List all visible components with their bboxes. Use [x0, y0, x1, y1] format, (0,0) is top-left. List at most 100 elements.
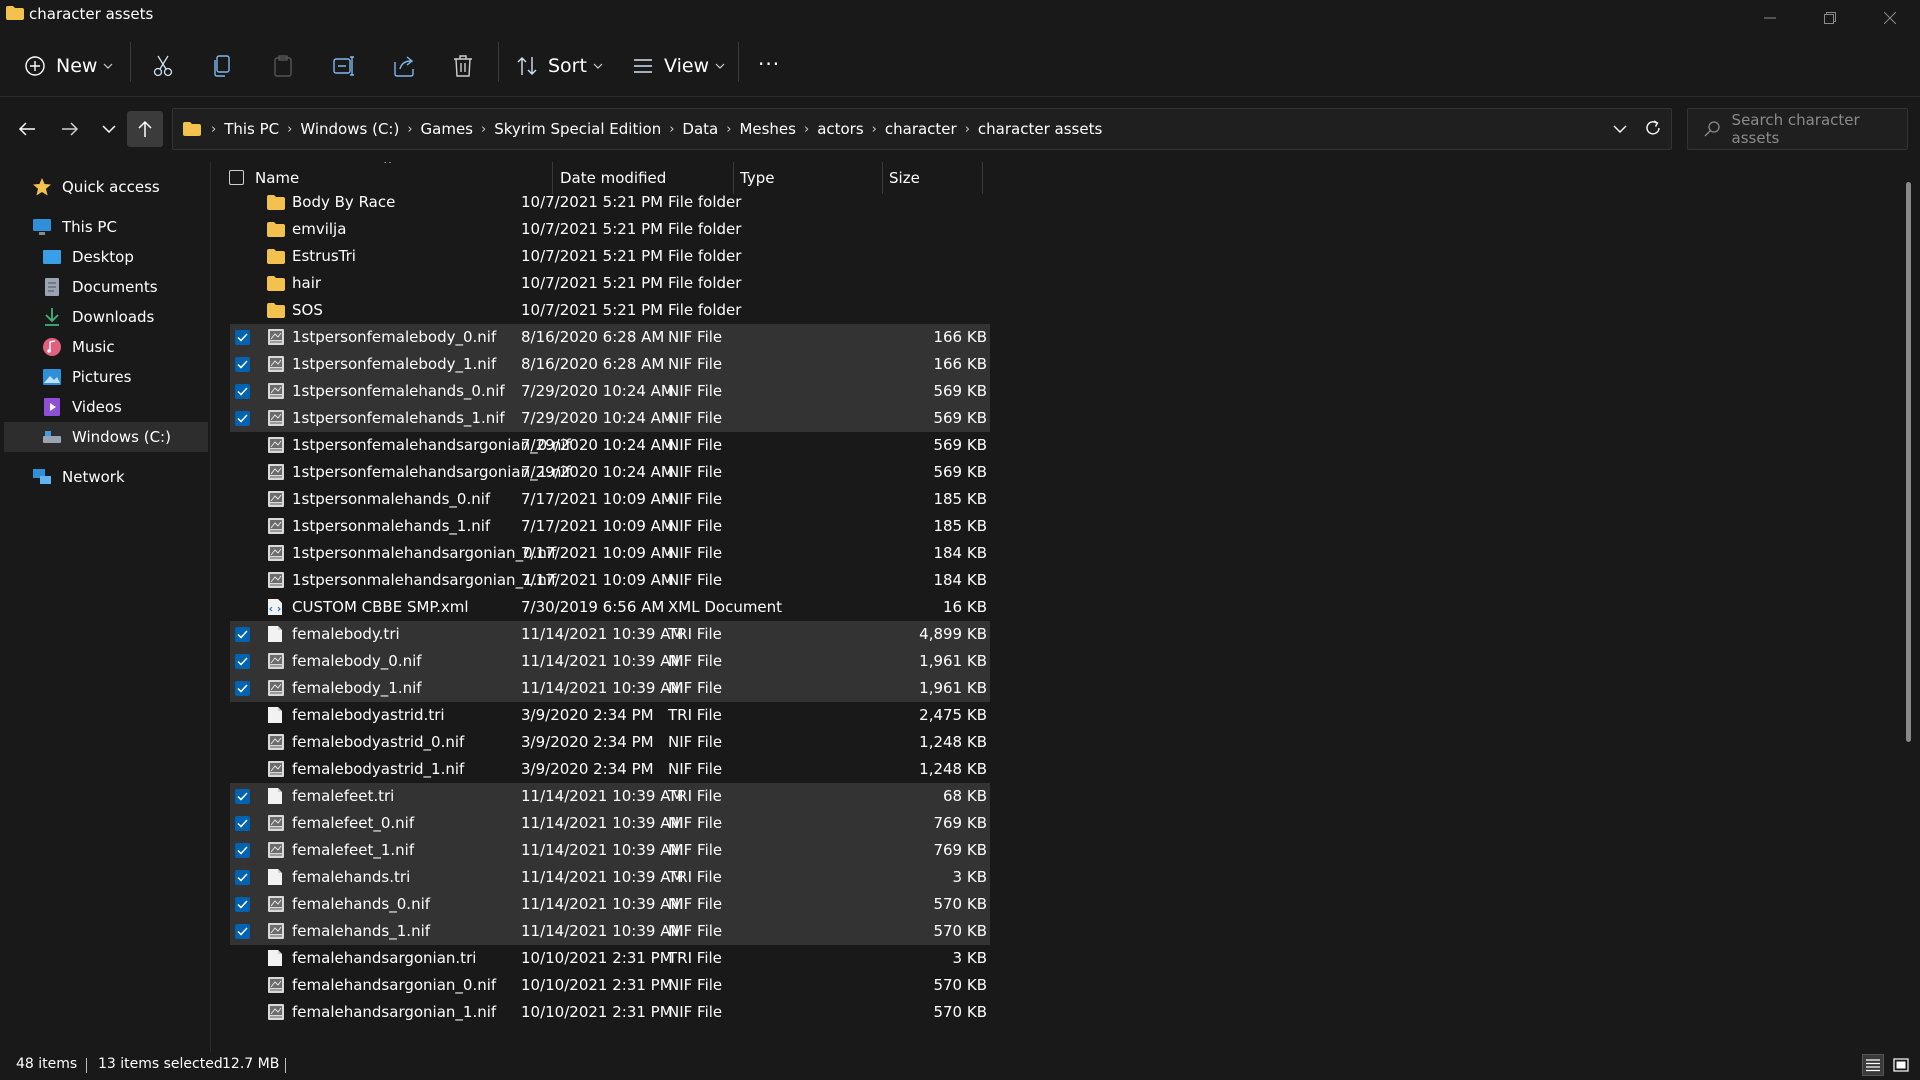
address-bar[interactable]: › This PC › Windows (C:) › Games › Skyri…	[172, 108, 1672, 150]
file-row[interactable]: femalebodyastrid_0.nif 3/9/2020 2:34 PM NI…	[230, 729, 990, 756]
sidebar-item-pictures[interactable]: Pictures	[42, 362, 202, 392]
sidebar-item-this-pc[interactable]: This PC	[32, 212, 202, 242]
checkmark-icon	[237, 900, 248, 909]
sidebar-item-downloads[interactable]: Downloads	[42, 302, 202, 332]
file-row[interactable]: femalehands_1.nif 11/14/2021 10:39 AM NIF …	[230, 918, 990, 945]
back-button[interactable]	[9, 111, 45, 147]
file-size: 769 KB	[933, 841, 987, 859]
file-row[interactable]: femalehandsargonian_0.nif 10/10/2021 2:31…	[230, 972, 990, 999]
breadcrumb-games[interactable]: Games	[421, 120, 473, 138]
sidebar-item-label: Music	[72, 338, 115, 356]
breadcrumb-character[interactable]: character	[885, 120, 957, 138]
sidebar-item-documents[interactable]: Documents	[42, 272, 202, 302]
rename-button[interactable]	[332, 46, 356, 86]
paste-button[interactable]	[272, 46, 294, 86]
breadcrumb-character-assets[interactable]: character assets	[978, 120, 1102, 138]
more-options-button[interactable]: ···	[758, 44, 780, 84]
column-header-type[interactable]: Type	[740, 169, 774, 187]
file-row[interactable]: femalebodyastrid_1.nif 3/9/2020 2:34 PM NI…	[230, 756, 990, 783]
folder-row[interactable]: EstrusTri 10/7/2021 5:21 PM File folder	[230, 243, 990, 270]
sidebar-item-videos[interactable]: Videos	[42, 392, 202, 422]
file-row[interactable]: femalebody.tri 11/14/2021 10:39 AM TRI Fil…	[230, 621, 990, 648]
file-row[interactable]: femalebody_0.nif 11/14/2021 10:39 AM NIF F…	[230, 648, 990, 675]
checkmark-icon	[237, 414, 248, 423]
file-row[interactable]: femalefeet.tri 11/14/2021 10:39 AM TRI Fil…	[230, 783, 990, 810]
file-row[interactable]: femalehands_0.nif 11/14/2021 10:39 AM NIF …	[230, 891, 990, 918]
file-row[interactable]: 1stpersonfemalehands_1.nif 7/29/2020 10:2…	[230, 405, 990, 432]
row-checkbox[interactable]	[235, 654, 250, 669]
breadcrumb-data[interactable]: Data	[682, 120, 718, 138]
minimize-button[interactable]	[1740, 0, 1800, 36]
column-header-date[interactable]: Date modified	[560, 169, 666, 187]
search-box[interactable]: Search character assets	[1687, 108, 1908, 150]
select-all-checkbox[interactable]	[229, 170, 244, 185]
row-checkbox[interactable]	[235, 627, 250, 642]
column-header-name[interactable]: Name	[255, 169, 299, 187]
row-checkbox[interactable]	[235, 789, 250, 804]
sidebar-item-network[interactable]: Network	[32, 462, 202, 492]
breadcrumb-this-pc[interactable]: This PC	[224, 120, 279, 138]
folder-row[interactable]: emvilja 10/7/2021 5:21 PM File folder	[230, 216, 990, 243]
details-view-button[interactable]	[1862, 1054, 1884, 1076]
row-checkbox[interactable]	[235, 384, 250, 399]
row-checkbox[interactable]	[235, 843, 250, 858]
file-row[interactable]: CUSTOM CBBE SMP.xml 7/30/2019 6:56 AM XML …	[230, 594, 990, 621]
forward-button[interactable]	[52, 111, 88, 147]
vertical-scrollbar[interactable]	[1906, 182, 1911, 742]
row-checkbox[interactable]	[235, 357, 250, 372]
breadcrumb-skyrim-special-edition[interactable]: Skyrim Special Edition	[494, 120, 661, 138]
row-checkbox[interactable]	[235, 870, 250, 885]
delete-button[interactable]	[452, 46, 474, 86]
file-name: femalebodyastrid_0.nif	[292, 733, 465, 751]
file-row[interactable]: femalehandsargonian.tri 10/10/2021 2:31 P…	[230, 945, 990, 972]
sidebar-item-quick-access[interactable]: Quick access	[32, 172, 202, 202]
row-checkbox[interactable]	[235, 411, 250, 426]
folder-row[interactable]: Body By Race 10/7/2021 5:21 PM File folder	[230, 189, 990, 216]
address-history-button[interactable]	[1613, 119, 1627, 143]
file-row[interactable]: 1stpersonmalehands_1.nif 7/17/2021 10:09 …	[230, 513, 990, 540]
file-row[interactable]: 1stpersonmalehandsargonian_1.nif 7/17/202…	[230, 567, 990, 594]
breadcrumb-actors[interactable]: actors	[817, 120, 863, 138]
sidebar-item-music[interactable]: Music	[42, 332, 202, 362]
up-button[interactable]	[127, 111, 163, 147]
large-icons-view-button[interactable]	[1890, 1054, 1912, 1076]
file-row[interactable]: 1stpersonfemalehands_0.nif 7/29/2020 10:2…	[230, 378, 990, 405]
row-checkbox[interactable]	[235, 816, 250, 831]
refresh-button[interactable]	[1643, 118, 1663, 142]
sidebar-item-windows-c[interactable]: Windows (C:)	[4, 422, 208, 452]
recent-locations-button[interactable]	[91, 111, 127, 147]
pane-divider[interactable]	[210, 162, 211, 1052]
breadcrumb-meshes[interactable]: Meshes	[739, 120, 796, 138]
new-button[interactable]: New	[24, 46, 113, 86]
file-row[interactable]: 1stpersonfemalebody_0.nif 8/16/2020 6:28 …	[230, 324, 990, 351]
file-row[interactable]: 1stpersonfemalehandsargonian_0.nif 7/29/2…	[230, 432, 990, 459]
file-row[interactable]: femalefeet_0.nif 11/14/2021 10:39 AM NIF F…	[230, 810, 990, 837]
sidebar-item-desktop[interactable]: Desktop	[42, 242, 202, 272]
file-row[interactable]: femalehands.tri 11/14/2021 10:39 AM TRI Fi…	[230, 864, 990, 891]
sort-button[interactable]: Sort	[516, 46, 603, 86]
file-row[interactable]: 1stpersonfemalebody_1.nif 8/16/2020 6:28 …	[230, 351, 990, 378]
file-row[interactable]: femalebodyastrid.tri 3/9/2020 2:34 PM TRI …	[230, 702, 990, 729]
column-header-size[interactable]: Size	[889, 169, 920, 187]
restore-button[interactable]	[1800, 0, 1860, 36]
file-row[interactable]: femalehandsargonian_1.nif 10/10/2021 2:31…	[230, 999, 990, 1026]
folder-row[interactable]: hair 10/7/2021 5:21 PM File folder	[230, 270, 990, 297]
file-row[interactable]: femalefeet_1.nif 11/14/2021 10:39 AM NIF F…	[230, 837, 990, 864]
file-row[interactable]: 1stpersonfemalehandsargonian_1.nif 7/29/2…	[230, 459, 990, 486]
row-checkbox[interactable]	[235, 924, 250, 939]
folder-row[interactable]: SOS 10/7/2021 5:21 PM File folder	[230, 297, 990, 324]
file-row[interactable]: 1stpersonmalehands_0.nif 7/17/2021 10:09 …	[230, 486, 990, 513]
file-name: CUSTOM CBBE SMP.xml	[292, 598, 469, 616]
view-button[interactable]: View	[632, 46, 725, 86]
file-type: File folder	[668, 247, 742, 265]
file-row[interactable]: 1stpersonmalehandsargonian_0.nif 7/17/202…	[230, 540, 990, 567]
breadcrumb-windows-c[interactable]: Windows (C:)	[300, 120, 399, 138]
cut-button[interactable]	[152, 46, 174, 86]
row-checkbox[interactable]	[235, 897, 250, 912]
row-checkbox[interactable]	[235, 330, 250, 345]
copy-button[interactable]	[212, 46, 234, 86]
file-row[interactable]: femalebody_1.nif 11/14/2021 10:39 AM NIF F…	[230, 675, 990, 702]
row-checkbox[interactable]	[235, 681, 250, 696]
share-button[interactable]	[392, 46, 416, 86]
close-button[interactable]	[1860, 0, 1920, 36]
